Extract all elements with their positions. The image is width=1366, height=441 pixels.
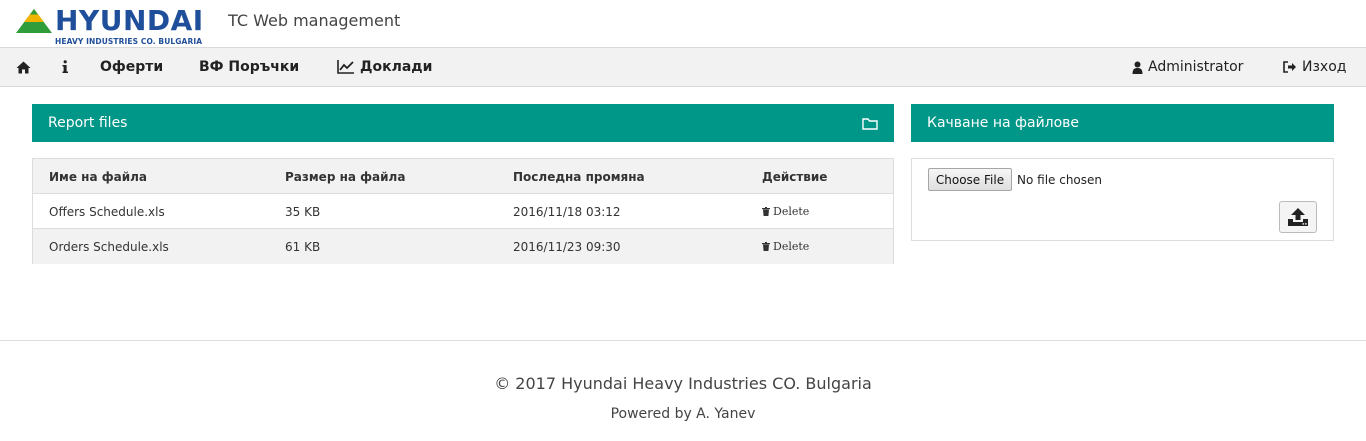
file-status: No file chosen: [1017, 172, 1103, 187]
hyundai-logo[interactable]: HYUNDAI HEAVY INDUSTRIES CO. BULGARIA: [15, 4, 215, 46]
delete-label: Delete: [773, 205, 810, 218]
nav-logout[interactable]: Изход: [1283, 48, 1346, 86]
user-icon: [1132, 61, 1143, 74]
file-name: Offers Schedule.xls: [49, 204, 165, 219]
column-header-name[interactable]: Име на файла: [49, 159, 147, 194]
report-files-header: Report files: [32, 104, 894, 142]
upload-button[interactable]: [1279, 201, 1317, 233]
file-size: 61 KB: [285, 239, 321, 254]
logo-name: HYUNDAI: [55, 4, 204, 37]
nav-info[interactable]: [62, 48, 68, 86]
delete-label: Delete: [773, 240, 810, 253]
upload-files-title: Качване на файлове: [927, 115, 1080, 131]
file-modified: 2016/11/18 03:12: [513, 204, 621, 219]
nav-orders[interactable]: ВФ Поръчки: [199, 48, 299, 86]
column-header-size[interactable]: Размер на файла: [285, 159, 405, 194]
nav-offers[interactable]: Оферти: [100, 48, 163, 86]
delete-link[interactable]: Delete: [762, 194, 809, 229]
upload-files-header: Качване на файлове: [911, 104, 1334, 142]
table-row: Orders Schedule.xls 61 KB 2016/11/23 09:…: [33, 229, 893, 264]
report-files-title: Report files: [48, 115, 128, 131]
nav-home[interactable]: [16, 48, 31, 86]
nav-reports[interactable]: Доклади: [337, 48, 432, 86]
nav-reports-label: Доклади: [360, 59, 433, 75]
trash-icon: [762, 242, 770, 251]
file-modified: 2016/11/23 09:30: [513, 239, 621, 254]
home-icon: [16, 61, 31, 73]
footer-copyright: © 2017 Hyundai Heavy Industries CO. Bulg…: [494, 374, 872, 393]
nav-logout-label: Изход: [1302, 59, 1347, 75]
folder-icon[interactable]: [862, 117, 878, 130]
file-name: Orders Schedule.xls: [49, 239, 169, 254]
delete-link[interactable]: Delete: [762, 229, 809, 264]
column-header-action[interactable]: Действие: [762, 159, 827, 194]
footer-divider: [0, 340, 1366, 341]
header: HYUNDAI HEAVY INDUSTRIES CO. BULGARIA TC…: [0, 0, 1366, 47]
sign-out-icon: [1283, 61, 1297, 73]
table-header-row: Име на файла Размер на файла Последна пр…: [33, 159, 893, 194]
info-icon: [62, 60, 68, 73]
table-row: Offers Schedule.xls 35 KB 2016/11/18 03:…: [33, 194, 893, 229]
upload-form: Choose File No file chosen: [911, 158, 1334, 241]
navbar: Оферти ВФ Поръчки Доклади Administrator …: [0, 47, 1366, 87]
report-files-table: Име на файла Размер на файла Последна пр…: [32, 158, 894, 264]
app-title: TC Web management: [228, 11, 401, 30]
choose-file-button[interactable]: Choose File: [928, 168, 1012, 191]
logo-subtitle: HEAVY INDUSTRIES CO. BULGARIA: [55, 37, 203, 46]
line-chart-icon: [337, 60, 355, 74]
nav-user[interactable]: Administrator: [1132, 48, 1243, 86]
nav-user-label: Administrator: [1148, 59, 1244, 75]
logo-triangle-icon: [16, 9, 52, 33]
column-header-modified[interactable]: Последна промяна: [513, 159, 645, 194]
file-size: 35 KB: [285, 204, 321, 219]
footer-powered-by: Powered by A. Yanev: [610, 406, 756, 422]
trash-icon: [762, 207, 770, 216]
upload-icon: [1288, 208, 1308, 226]
